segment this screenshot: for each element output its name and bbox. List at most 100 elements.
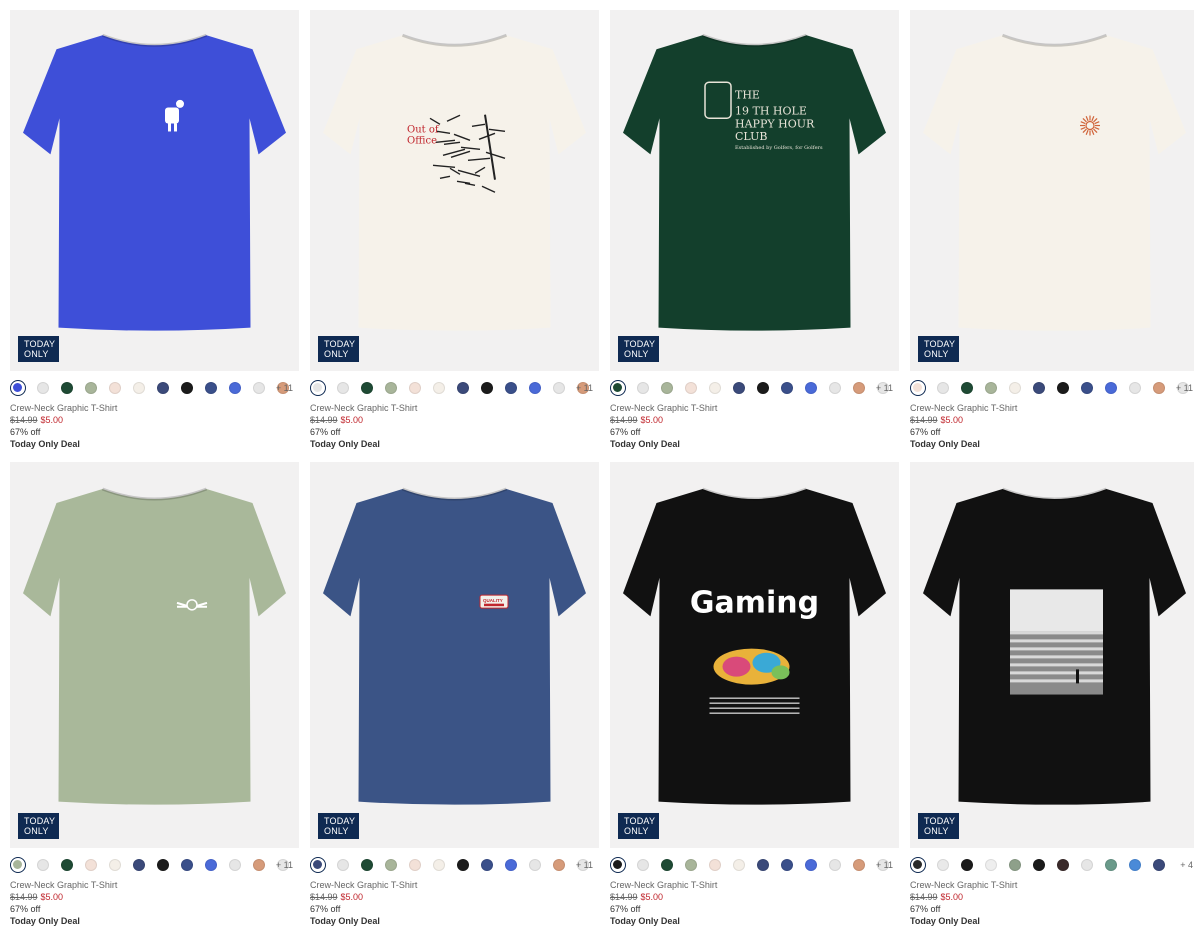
color-swatch[interactable] — [1153, 859, 1165, 871]
color-swatch[interactable] — [361, 859, 373, 871]
color-swatch[interactable] — [637, 382, 649, 394]
color-swatch[interactable] — [661, 859, 673, 871]
color-swatch-selected[interactable] — [310, 380, 326, 396]
color-swatch[interactable] — [133, 859, 145, 871]
product-name[interactable]: Crew-Neck Graphic T-Shirt — [910, 880, 1017, 890]
product-image[interactable]: TODAY ONLY — [910, 462, 1194, 848]
color-swatch[interactable] — [409, 382, 421, 394]
color-swatch[interactable] — [1129, 382, 1141, 394]
color-swatch[interactable] — [1009, 859, 1021, 871]
color-swatch[interactable] — [757, 382, 769, 394]
more-colors-link[interactable]: + 11 — [276, 860, 293, 870]
color-swatch[interactable] — [1153, 382, 1165, 394]
product-image[interactable]: Gaming TODAY ONLY — [610, 462, 899, 848]
color-swatch[interactable] — [1081, 859, 1093, 871]
product-name[interactable]: Crew-Neck Graphic T-Shirt — [610, 403, 717, 413]
color-swatch[interactable] — [133, 382, 145, 394]
color-swatch[interactable] — [937, 859, 949, 871]
color-swatch[interactable] — [253, 859, 265, 871]
more-colors-link[interactable]: + 4 — [1180, 860, 1193, 870]
color-swatch[interactable] — [433, 859, 445, 871]
color-swatch[interactable] — [757, 859, 769, 871]
color-swatch[interactable] — [1057, 859, 1069, 871]
color-swatch[interactable] — [337, 382, 349, 394]
color-swatch[interactable] — [709, 382, 721, 394]
color-swatch[interactable] — [733, 859, 745, 871]
color-swatch-selected[interactable] — [910, 857, 926, 873]
color-swatch[interactable] — [181, 382, 193, 394]
product-image[interactable]: TODAY ONLY — [910, 10, 1194, 371]
color-swatch[interactable] — [985, 859, 997, 871]
color-swatch[interactable] — [733, 382, 745, 394]
color-swatch[interactable] — [805, 382, 817, 394]
product-image[interactable]: QUALITY TODAY ONLY — [310, 462, 599, 848]
color-swatch[interactable] — [85, 382, 97, 394]
color-swatch-selected[interactable] — [910, 380, 926, 396]
more-colors-link[interactable]: + 11 — [876, 383, 893, 393]
color-swatch[interactable] — [37, 859, 49, 871]
color-swatch[interactable] — [529, 859, 541, 871]
product-image[interactable]: TODAY ONLY — [10, 462, 299, 848]
color-swatch[interactable] — [109, 382, 121, 394]
color-swatch[interactable] — [85, 859, 97, 871]
color-swatch[interactable] — [505, 382, 517, 394]
color-swatch[interactable] — [985, 382, 997, 394]
color-swatch[interactable] — [361, 382, 373, 394]
color-swatch[interactable] — [1033, 382, 1045, 394]
product-image[interactable]: THE 19 TH HOLE HAPPY HOUR CLUB Established b… — [610, 10, 899, 371]
product-image[interactable]: TODAY ONLY — [10, 10, 299, 371]
color-swatch[interactable] — [61, 859, 73, 871]
color-swatch[interactable] — [805, 859, 817, 871]
color-swatch[interactable] — [253, 382, 265, 394]
color-swatch[interactable] — [109, 859, 121, 871]
product-name[interactable]: Crew-Neck Graphic T-Shirt — [310, 880, 417, 890]
product-name[interactable]: Crew-Neck Graphic T-Shirt — [610, 880, 717, 890]
color-swatch[interactable] — [229, 859, 241, 871]
color-swatch[interactable] — [637, 859, 649, 871]
color-swatch[interactable] — [961, 382, 973, 394]
color-swatch[interactable] — [205, 859, 217, 871]
color-swatch[interactable] — [433, 382, 445, 394]
product-name[interactable]: Crew-Neck Graphic T-Shirt — [310, 403, 417, 413]
color-swatch[interactable] — [1009, 382, 1021, 394]
color-swatch[interactable] — [853, 382, 865, 394]
color-swatch[interactable] — [385, 859, 397, 871]
color-swatch[interactable] — [1129, 859, 1141, 871]
color-swatch[interactable] — [181, 859, 193, 871]
color-swatch[interactable] — [661, 382, 673, 394]
color-swatch[interactable] — [685, 859, 697, 871]
color-swatch[interactable] — [709, 859, 721, 871]
color-swatch[interactable] — [961, 859, 973, 871]
product-image[interactable]: Out of Office TODAY ONLY — [310, 10, 599, 371]
color-swatch-selected[interactable] — [10, 380, 26, 396]
color-swatch[interactable] — [1081, 382, 1093, 394]
product-name[interactable]: Crew-Neck Graphic T-Shirt — [10, 880, 117, 890]
color-swatch[interactable] — [1105, 382, 1117, 394]
more-colors-link[interactable]: + 11 — [576, 860, 593, 870]
color-swatch[interactable] — [457, 859, 469, 871]
color-swatch[interactable] — [61, 382, 73, 394]
color-swatch[interactable] — [781, 382, 793, 394]
color-swatch[interactable] — [157, 382, 169, 394]
color-swatch-selected[interactable] — [610, 857, 626, 873]
color-swatch[interactable] — [385, 382, 397, 394]
more-colors-link[interactable]: + 11 — [576, 383, 593, 393]
product-name[interactable]: Crew-Neck Graphic T-Shirt — [910, 403, 1017, 413]
color-swatch[interactable] — [529, 382, 541, 394]
more-colors-link[interactable]: + 11 — [876, 860, 893, 870]
color-swatch[interactable] — [1033, 859, 1045, 871]
color-swatch[interactable] — [457, 382, 469, 394]
color-swatch[interactable] — [829, 382, 841, 394]
color-swatch[interactable] — [1105, 859, 1117, 871]
color-swatch[interactable] — [157, 859, 169, 871]
color-swatch[interactable] — [205, 382, 217, 394]
product-name[interactable]: Crew-Neck Graphic T-Shirt — [10, 403, 117, 413]
color-swatch[interactable] — [553, 859, 565, 871]
color-swatch[interactable] — [553, 382, 565, 394]
more-colors-link[interactable]: + 11 — [1176, 383, 1193, 393]
color-swatch[interactable] — [937, 382, 949, 394]
color-swatch-selected[interactable] — [610, 380, 626, 396]
color-swatch[interactable] — [829, 859, 841, 871]
color-swatch-selected[interactable] — [310, 857, 326, 873]
color-swatch[interactable] — [781, 859, 793, 871]
